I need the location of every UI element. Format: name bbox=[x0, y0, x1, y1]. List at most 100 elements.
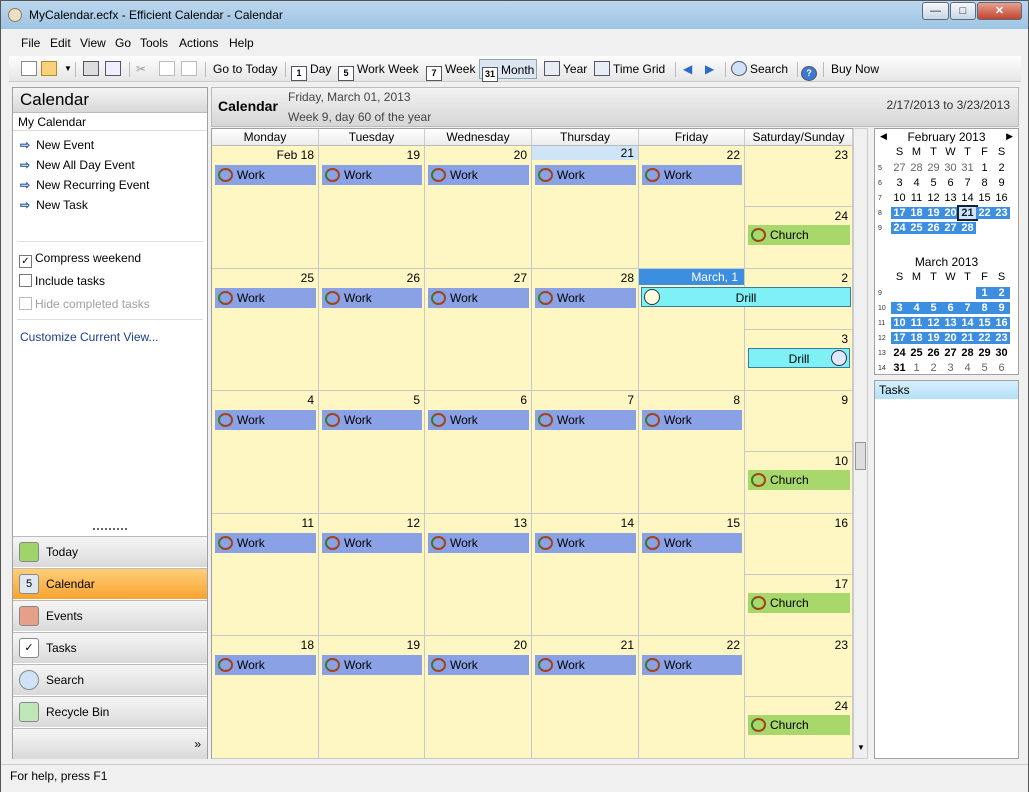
mini-calendar-day[interactable]: 29 bbox=[976, 347, 993, 359]
mini-calendar-day[interactable]: 21 bbox=[957, 205, 978, 221]
day-cell[interactable]: 27 Work bbox=[425, 269, 532, 391]
new-recurring-event-link[interactable]: ⇨ New Recurring Event bbox=[20, 178, 149, 192]
sunday-cell[interactable]: 24 Church bbox=[745, 697, 853, 759]
mini-calendar-day[interactable]: 22 bbox=[976, 207, 993, 219]
mini-calendar-day[interactable]: 11 bbox=[908, 192, 925, 204]
week-view-button[interactable]: 7 Week bbox=[426, 59, 475, 81]
mini-calendar-day[interactable]: 24 bbox=[891, 222, 908, 234]
mini-calendar-day[interactable]: 17 bbox=[891, 332, 908, 344]
day-cell[interactable]: 22 Work bbox=[639, 146, 745, 269]
mini-calendar-day[interactable]: 14 bbox=[959, 192, 976, 204]
mini-calendar-day[interactable]: 10 bbox=[891, 317, 908, 329]
go-to-today-button[interactable]: Go to Today bbox=[213, 59, 278, 79]
work-event[interactable]: Work bbox=[535, 533, 636, 553]
mini-calendar-day[interactable]: 1 bbox=[976, 162, 993, 174]
work-event[interactable]: Work bbox=[322, 288, 422, 308]
open-icon[interactable] bbox=[41, 59, 60, 79]
mini-calendar-day[interactable]: 25 bbox=[908, 347, 925, 359]
mini-calendar-day[interactable]: 10 bbox=[891, 192, 908, 204]
close-button[interactable]: ✕ bbox=[977, 2, 1022, 20]
mini-calendar-day[interactable]: 2 bbox=[993, 162, 1010, 174]
help-icon[interactable]: ? bbox=[801, 59, 820, 81]
mini-calendar-day[interactable]: 15 bbox=[976, 317, 993, 329]
work-event[interactable]: Work bbox=[535, 655, 636, 675]
mini-calendar-day[interactable]: 8 bbox=[976, 177, 993, 189]
paste-icon[interactable] bbox=[181, 59, 200, 79]
mini-calendar-day[interactable]: 23 bbox=[993, 207, 1010, 219]
day-cell[interactable]: 6 Work bbox=[425, 391, 532, 514]
work-event[interactable]: Work bbox=[428, 410, 529, 430]
work-event[interactable]: Work bbox=[428, 165, 529, 185]
day-cell[interactable]: 4 Work bbox=[212, 391, 319, 514]
mini-calendar-day[interactable]: 9 bbox=[993, 302, 1010, 314]
work-event[interactable]: Work bbox=[215, 655, 316, 675]
nav-events[interactable]: Events bbox=[13, 600, 207, 631]
mini-calendar-day[interactable]: 31 bbox=[959, 162, 976, 174]
mini-calendar-day[interactable]: 6 bbox=[942, 302, 959, 314]
mini-calendar-day[interactable]: 17 bbox=[891, 207, 908, 219]
work-event[interactable]: Work bbox=[535, 288, 636, 308]
day-cell[interactable]: 12 Work bbox=[319, 514, 425, 636]
hide-completed-tasks-checkbox[interactable]: Hide completed tasks bbox=[19, 297, 150, 311]
church-event[interactable]: Church bbox=[748, 470, 850, 490]
mini-calendar-day[interactable]: 5 bbox=[925, 302, 942, 314]
prev-month-icon[interactable]: ◀ bbox=[880, 131, 887, 142]
mini-calendar-day[interactable]: 1 bbox=[908, 362, 925, 374]
work-event[interactable]: Work bbox=[322, 533, 422, 553]
menu-actions[interactable]: Actions bbox=[179, 36, 218, 50]
day-cell[interactable]: 11 Work bbox=[212, 514, 319, 636]
maximize-button[interactable]: □ bbox=[950, 2, 976, 20]
new-icon[interactable] bbox=[21, 59, 40, 79]
mini-calendar-day[interactable]: 16 bbox=[993, 192, 1010, 204]
day-cell[interactable]: 8 Work bbox=[639, 391, 745, 514]
mini-calendar-day[interactable]: 7 bbox=[959, 177, 976, 189]
church-event[interactable]: Church bbox=[748, 225, 850, 245]
next-month-icon[interactable]: ▶ bbox=[1006, 131, 1013, 142]
mini-calendar-day[interactable]: 29 bbox=[925, 162, 942, 174]
mini-calendar-day[interactable]: 28 bbox=[959, 222, 976, 234]
mini-calendar-day[interactable]: 4 bbox=[908, 177, 925, 189]
mini-calendar-day[interactable]: 19 bbox=[925, 207, 942, 219]
mini-calendar-day[interactable]: 27 bbox=[942, 222, 959, 234]
mini-calendar-day[interactable]: 4 bbox=[908, 302, 925, 314]
work-event[interactable]: Work bbox=[642, 655, 742, 675]
mini-calendar-day[interactable]: 2 bbox=[925, 362, 942, 374]
saturday-cell[interactable]: 23 bbox=[745, 146, 853, 207]
mini-calendar-day[interactable]: 5 bbox=[976, 362, 993, 374]
mini-calendar-day[interactable]: 28 bbox=[908, 162, 925, 174]
day-cell[interactable]: 7 Work bbox=[532, 391, 639, 514]
mini-calendar-day[interactable]: 18 bbox=[908, 207, 925, 219]
day-cell[interactable]: 19 Work bbox=[319, 146, 425, 269]
saturday-cell[interactable]: 9 bbox=[745, 391, 853, 452]
previous-arrow-icon[interactable]: ◀ bbox=[683, 59, 692, 79]
mini-calendar-day[interactable]: 13 bbox=[942, 192, 959, 204]
menu-view[interactable]: View bbox=[80, 36, 106, 50]
new-task-link[interactable]: ⇨ New Task bbox=[20, 198, 88, 212]
menu-help[interactable]: Help bbox=[229, 36, 254, 50]
buy-now-button[interactable]: Buy Now bbox=[831, 59, 879, 79]
nav-search[interactable]: Search bbox=[13, 664, 207, 695]
mini-calendar-day[interactable]: 13 bbox=[942, 317, 959, 329]
mini-calendar-day[interactable]: 3 bbox=[891, 177, 908, 189]
day-cell[interactable]: 28 Work bbox=[532, 269, 639, 391]
mini-calendar-day[interactable]: 26 bbox=[925, 347, 942, 359]
month-view-button[interactable]: 31 Month bbox=[479, 59, 538, 82]
mini-calendar-day[interactable]: 3 bbox=[891, 302, 908, 314]
day-cell[interactable]: 21 Work bbox=[532, 636, 639, 759]
next-arrow-icon[interactable]: ▶ bbox=[705, 59, 714, 79]
mini-calendar-day[interactable]: 7 bbox=[959, 302, 976, 314]
new-all-day-event-link[interactable]: ⇨ New All Day Event bbox=[20, 158, 135, 172]
mini-calendar-day[interactable]: 30 bbox=[993, 347, 1010, 359]
mini-calendar-day[interactable]: 27 bbox=[942, 347, 959, 359]
work-event[interactable]: Work bbox=[428, 533, 529, 553]
saturday-cell[interactable]: 16 bbox=[745, 514, 853, 575]
open-dropdown-icon[interactable]: ▼ bbox=[64, 59, 72, 79]
grid-scrollbar[interactable]: ▼ bbox=[853, 128, 868, 759]
day-cell[interactable]: 25 Work bbox=[212, 269, 319, 391]
mini-calendar-day[interactable]: 12 bbox=[925, 192, 942, 204]
day-cell[interactable]: 20 Work bbox=[425, 146, 532, 269]
mini-calendar-day[interactable]: 27 bbox=[891, 162, 908, 174]
day-cell[interactable]: 19 Work bbox=[319, 636, 425, 759]
mini-calendar-day[interactable]: 8 bbox=[976, 302, 993, 314]
search-button[interactable]: Search bbox=[731, 59, 788, 79]
